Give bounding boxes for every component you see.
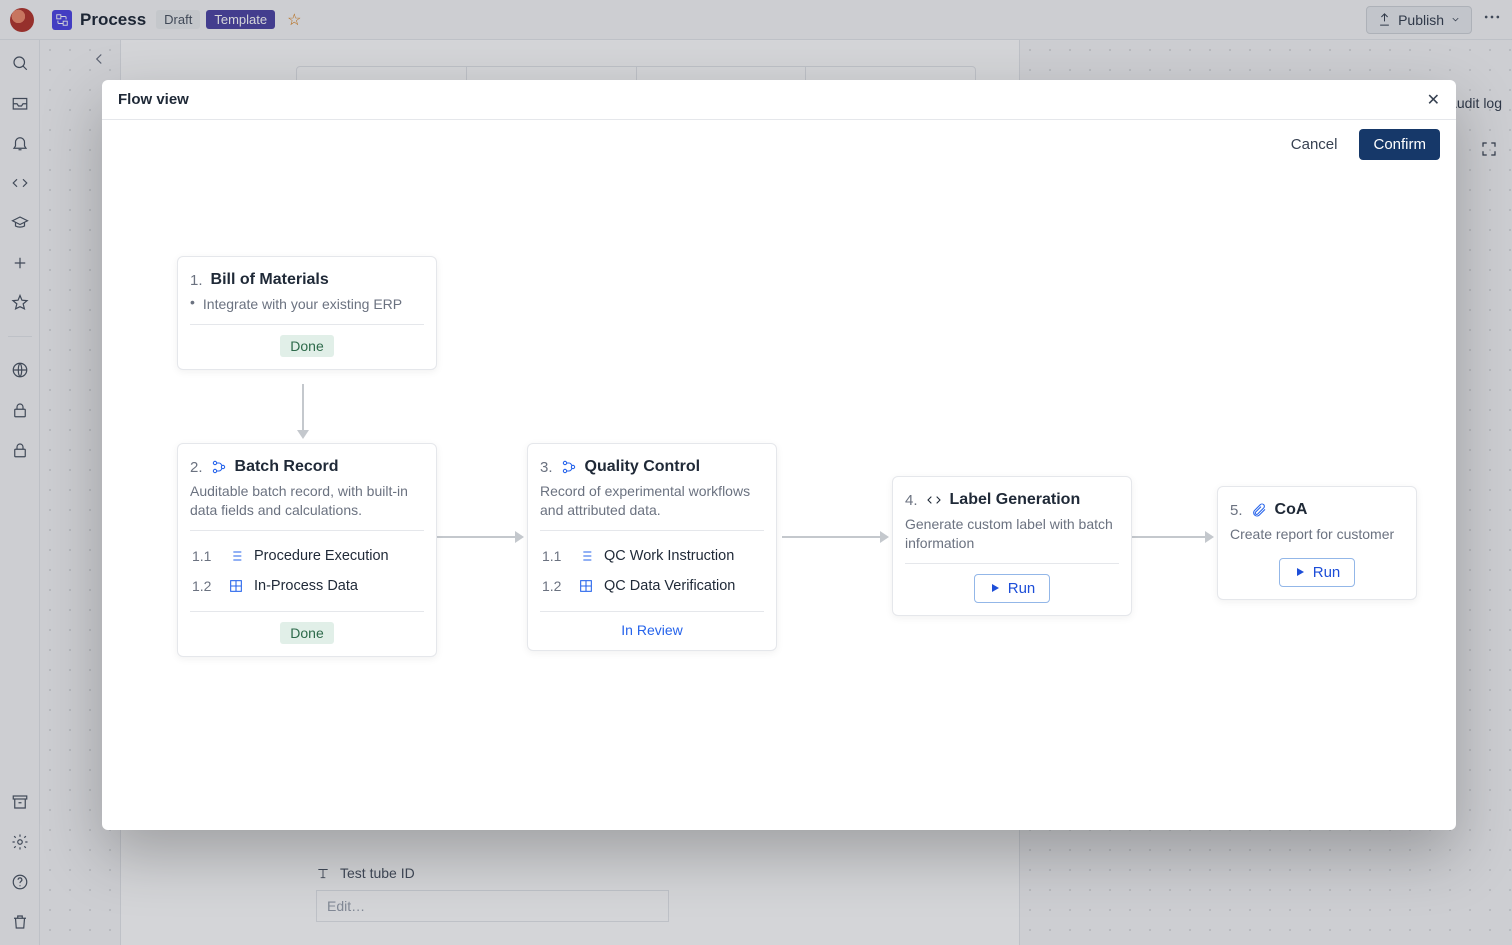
table-icon <box>578 578 594 594</box>
node-number: 3. <box>540 459 553 476</box>
flow-view-modal: Flow view ✕ Cancel Confirm 1. Bill of Ma… <box>102 80 1456 830</box>
modal-title: Flow view <box>118 91 189 108</box>
flow-canvas[interactable]: 1. Bill of Materials • Integrate with yo… <box>102 168 1456 830</box>
play-icon <box>989 582 1001 594</box>
status-in-review[interactable]: In Review <box>621 622 682 638</box>
node-number: 4. <box>905 492 918 509</box>
modal-header: Flow view ✕ <box>102 80 1456 120</box>
node-title: Label Generation <box>950 491 1081 509</box>
node-number: 1. <box>190 272 203 289</box>
cancel-button[interactable]: Cancel <box>1285 135 1344 154</box>
close-icon[interactable]: ✕ <box>1427 90 1440 110</box>
node-number: 2. <box>190 459 203 476</box>
confirm-button[interactable]: Confirm <box>1359 129 1440 160</box>
list-icon <box>578 548 594 564</box>
attachment-icon <box>1251 502 1267 518</box>
play-icon <box>1294 566 1306 578</box>
node-number: 5. <box>1230 502 1243 519</box>
node-desc: Generate custom label with batch informa… <box>905 515 1119 553</box>
bullet-icon: • <box>190 295 195 309</box>
flow-node-coa[interactable]: 5. CoA Create report for customer Run <box>1217 486 1417 600</box>
run-button[interactable]: Run <box>1279 558 1356 587</box>
code-icon <box>926 492 942 508</box>
branch-icon <box>211 459 227 475</box>
status-done: Done <box>280 335 333 357</box>
status-done: Done <box>280 622 333 644</box>
node-title: CoA <box>1275 501 1308 519</box>
substep[interactable]: 1.2 In-Process Data <box>190 571 424 601</box>
flow-node-quality-control[interactable]: 3. Quality Control Record of experimenta… <box>527 443 777 651</box>
node-desc: Integrate with your existing ERP <box>203 295 402 314</box>
node-desc: Auditable batch record, with built-in da… <box>190 482 424 520</box>
substep[interactable]: 1.1 Procedure Execution <box>190 541 424 571</box>
run-button[interactable]: Run <box>974 574 1051 603</box>
node-desc: Create report for customer <box>1230 525 1404 544</box>
flow-node-bill-of-materials[interactable]: 1. Bill of Materials • Integrate with yo… <box>177 256 437 370</box>
branch-icon <box>561 459 577 475</box>
node-title: Bill of Materials <box>211 271 329 289</box>
flow-node-batch-record[interactable]: 2. Batch Record Auditable batch record, … <box>177 443 437 657</box>
node-title: Quality Control <box>585 458 701 476</box>
modal-actions: Cancel Confirm <box>102 120 1456 168</box>
substep[interactable]: 1.2 QC Data Verification <box>540 571 764 601</box>
flow-node-label-generation[interactable]: 4. Label Generation Generate custom labe… <box>892 476 1132 616</box>
node-desc: Record of experimental workflows and att… <box>540 482 764 520</box>
list-icon <box>228 548 244 564</box>
table-icon <box>228 578 244 594</box>
substep[interactable]: 1.1 QC Work Instruction <box>540 541 764 571</box>
node-title: Batch Record <box>235 458 339 476</box>
